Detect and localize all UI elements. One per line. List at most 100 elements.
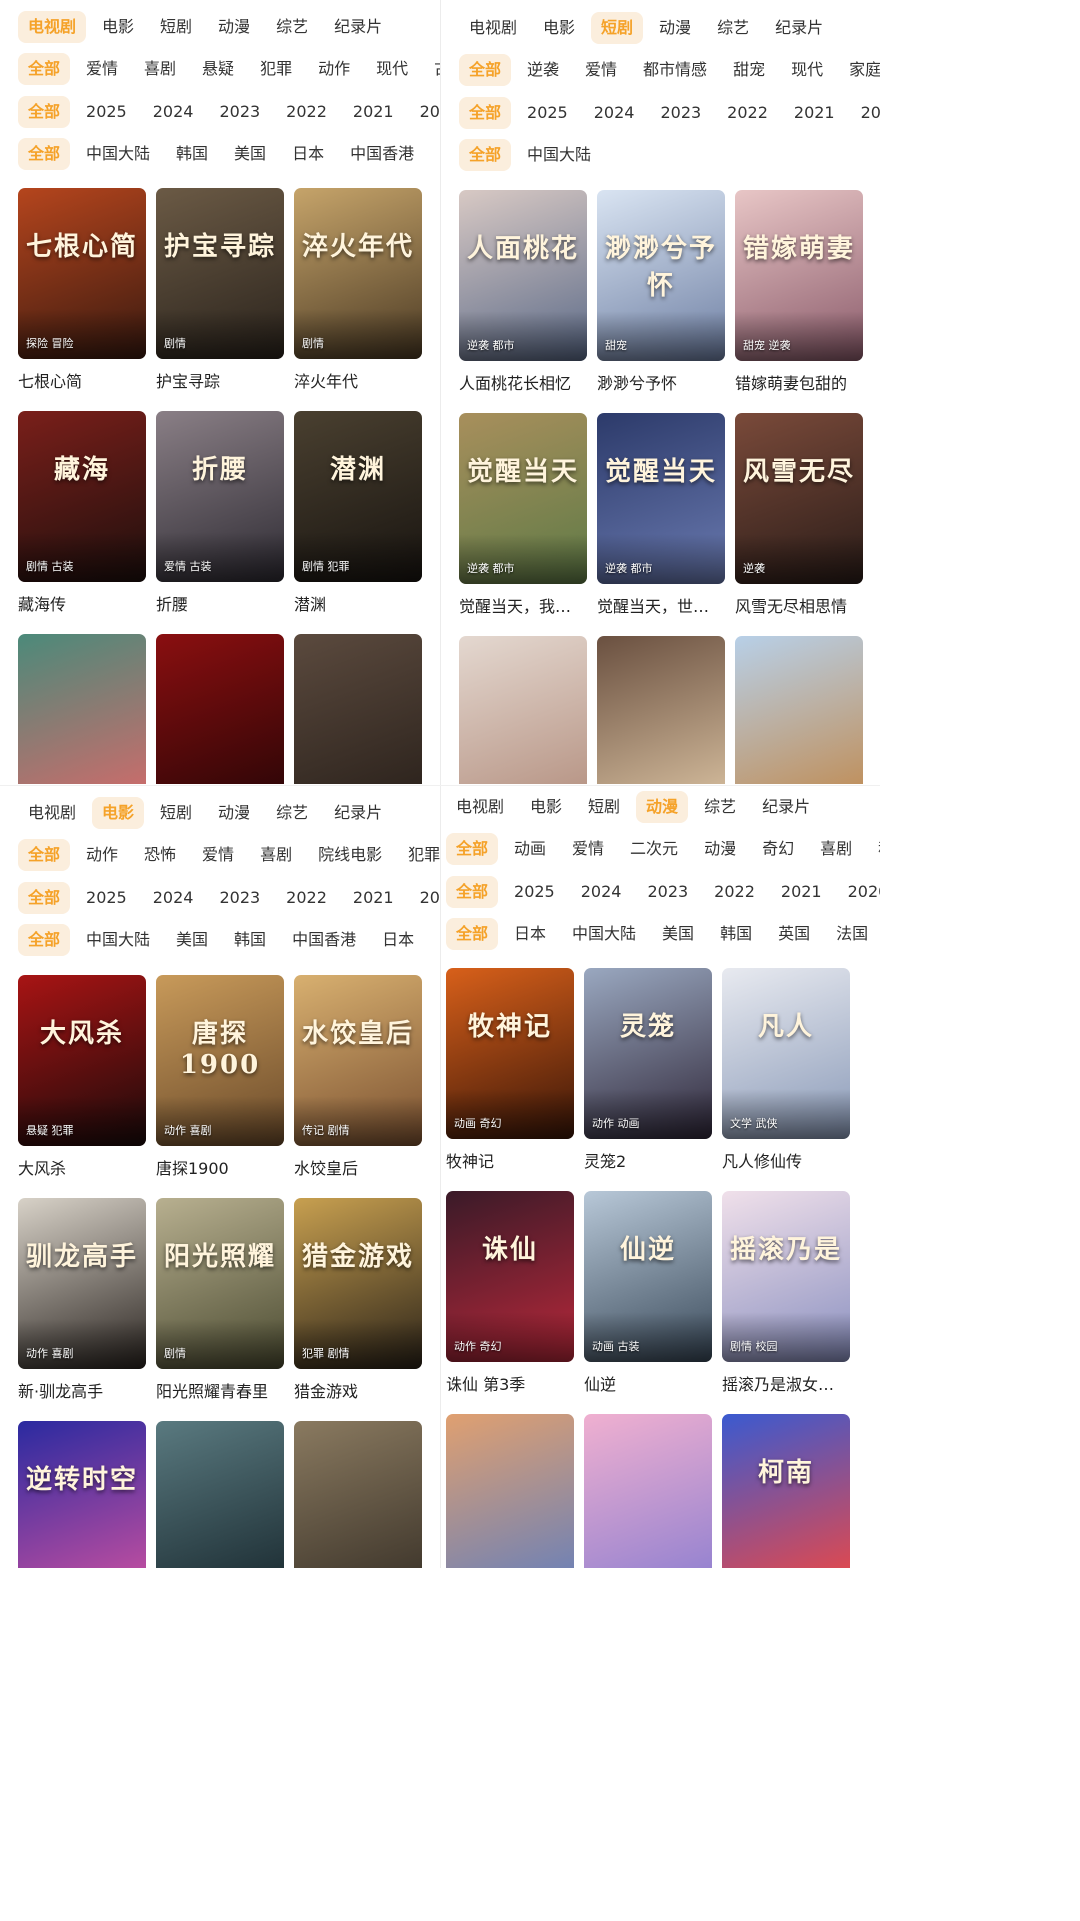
filter-chip[interactable]: 全部: [459, 54, 512, 86]
filter-chip[interactable]: 中国大陆: [562, 918, 646, 950]
filter-chip[interactable]: 奇幻: [752, 833, 804, 865]
filter-chip[interactable]: 日本: [504, 918, 556, 950]
filter-chip[interactable]: 中国大陆: [76, 924, 160, 956]
poster-image[interactable]: 水饺皇后 传记 剧情: [294, 975, 422, 1146]
category-tab[interactable]: 综艺: [707, 12, 759, 44]
media-title[interactable]: 水饺皇后: [294, 1155, 422, 1179]
category-tab[interactable]: 短剧: [150, 797, 202, 829]
media-card[interactable]: 藏海 剧情 古装 藏海传: [18, 411, 146, 615]
media-card[interactable]: [459, 636, 587, 784]
filter-chip[interactable]: 古代: [424, 53, 440, 85]
poster-image[interactable]: 阳光照耀 剧情: [156, 1198, 284, 1369]
media-title[interactable]: 摇滚乃是淑女…: [722, 1371, 850, 1395]
filter-chip[interactable]: 悬疑: [192, 53, 244, 85]
poster-image[interactable]: 唐探1900 动作 喜剧: [156, 975, 284, 1146]
filter-chip[interactable]: 2020: [838, 876, 880, 908]
filter-chip[interactable]: 2024: [143, 96, 204, 128]
category-tab[interactable]: 短剧: [150, 11, 202, 43]
media-title[interactable]: 觉醒当天，我…: [459, 593, 587, 617]
poster-image[interactable]: [294, 634, 422, 784]
filter-chip[interactable]: 中国香港: [340, 138, 424, 170]
filter-chip[interactable]: 动画: [504, 833, 556, 865]
filter-chip[interactable]: 英国: [768, 918, 820, 950]
filter-chip[interactable]: 都市情感: [633, 54, 717, 86]
media-card[interactable]: 灵笼 动作 动画 灵笼2: [584, 968, 712, 1172]
filter-chip[interactable]: 全部: [459, 97, 512, 129]
poster-image[interactable]: 猎金游戏 犯罪 剧情: [294, 1198, 422, 1369]
filter-chip[interactable]: 2023: [637, 876, 698, 908]
poster-image[interactable]: [597, 636, 725, 784]
media-title[interactable]: 护宝寻踪: [156, 368, 284, 392]
category-tab[interactable]: 纪录片: [324, 797, 392, 829]
category-tab[interactable]: 电影: [533, 12, 585, 44]
filter-chip[interactable]: 二次元: [620, 833, 688, 865]
filter-chip[interactable]: 全部: [18, 924, 71, 956]
filter-chip[interactable]: 全部: [18, 839, 71, 871]
media-title[interactable]: 折腰: [156, 591, 284, 615]
poster-image[interactable]: 摇滚乃是 剧情 校园: [722, 1191, 850, 1362]
media-card[interactable]: [735, 636, 863, 784]
media-card[interactable]: 觉醒当天 逆袭 都市 觉醒当天，世…: [597, 413, 725, 617]
poster-image[interactable]: 觉醒当天 逆袭 都市: [597, 413, 725, 584]
category-tab[interactable]: 综艺: [694, 791, 746, 823]
filter-chip[interactable]: 现代: [366, 53, 418, 85]
category-tab[interactable]: 动漫: [208, 11, 260, 43]
media-title[interactable]: 猎金游戏: [294, 1378, 422, 1402]
filter-chip[interactable]: 2021: [784, 97, 845, 129]
filter-chip[interactable]: 韩国: [166, 138, 218, 170]
media-card[interactable]: 摇滚乃是 剧情 校园摇滚乃是淑女…: [722, 1191, 850, 1395]
media-card[interactable]: [294, 1421, 422, 1568]
filter-chip[interactable]: 美国: [166, 924, 218, 956]
category-tab[interactable]: 动漫: [208, 797, 260, 829]
media-card[interactable]: 大风杀 悬疑 犯罪 大风杀: [18, 975, 146, 1179]
poster-image[interactable]: [459, 636, 587, 784]
filter-chip[interactable]: 2023: [209, 96, 270, 128]
filter-chip[interactable]: 喜剧: [250, 839, 302, 871]
category-tab[interactable]: 动漫: [636, 791, 689, 823]
filter-chip[interactable]: 日本: [372, 924, 424, 956]
filter-chip[interactable]: 现代: [781, 54, 833, 86]
filter-chip[interactable]: 全部: [459, 139, 512, 171]
filter-chip[interactable]: 院线电影: [308, 839, 392, 871]
filter-chip[interactable]: 2025: [76, 96, 137, 128]
poster-image[interactable]: 风雪无尽 逆袭: [735, 413, 863, 584]
filter-chip[interactable]: 2022: [704, 876, 765, 908]
filter-chip[interactable]: 2020: [410, 96, 440, 128]
poster-image[interactable]: 仙逆 动画 古装: [584, 1191, 712, 1362]
media-card[interactable]: 七根心简 探险 冒险 七根心简: [18, 188, 146, 392]
filter-chip[interactable]: 美国: [224, 138, 276, 170]
filter-chip[interactable]: 2022: [276, 882, 337, 914]
media-card[interactable]: 风雪无尽 逆袭 风雪无尽相思情: [735, 413, 863, 617]
poster-image[interactable]: [294, 1421, 422, 1568]
poster-image[interactable]: 护宝寻踪 剧情: [156, 188, 284, 359]
category-tab[interactable]: 电影: [92, 11, 144, 43]
poster-image[interactable]: 牧神记 动画 奇幻: [446, 968, 574, 1139]
filter-chip[interactable]: 2022: [276, 96, 337, 128]
filter-chip[interactable]: 2024: [571, 876, 632, 908]
poster-image[interactable]: 折腰 爱情 古装: [156, 411, 284, 582]
filter-chip[interactable]: 犯罪: [398, 839, 440, 871]
media-card[interactable]: [18, 634, 146, 784]
category-tab[interactable]: 纪录片: [324, 11, 392, 43]
filter-chip[interactable]: 科幻: [868, 833, 880, 865]
category-tab[interactable]: 综艺: [266, 797, 318, 829]
poster-image[interactable]: 觉醒当天 逆袭 都市: [459, 413, 587, 584]
category-tab[interactable]: 电视剧: [459, 12, 527, 44]
filter-chip[interactable]: 逆袭: [517, 54, 569, 86]
media-card[interactable]: 渺渺兮予怀 甜宠 渺渺兮予怀: [597, 190, 725, 394]
media-card[interactable]: 唐探1900 动作 喜剧 唐探1900: [156, 975, 284, 1179]
filter-chip[interactable]: 2022: [717, 97, 778, 129]
filter-chip[interactable]: 爱情: [192, 839, 244, 871]
media-card[interactable]: 淬火年代 剧情 淬火年代: [294, 188, 422, 392]
media-card[interactable]: 仙逆 动画 古装 仙逆: [584, 1191, 712, 1395]
filter-chip[interactable]: 全部: [446, 833, 499, 865]
poster-image[interactable]: [735, 636, 863, 784]
media-card[interactable]: 逆转时空: [18, 1421, 146, 1568]
filter-chip[interactable]: 爱情: [76, 53, 128, 85]
category-tab[interactable]: 电视剧: [446, 791, 514, 823]
media-card[interactable]: 折腰 爱情 古装 折腰: [156, 411, 284, 615]
category-tab[interactable]: 综艺: [266, 11, 318, 43]
media-card[interactable]: [294, 634, 422, 784]
category-tab[interactable]: 纪录片: [752, 791, 820, 823]
filter-chip[interactable]: 泰国: [430, 138, 440, 170]
